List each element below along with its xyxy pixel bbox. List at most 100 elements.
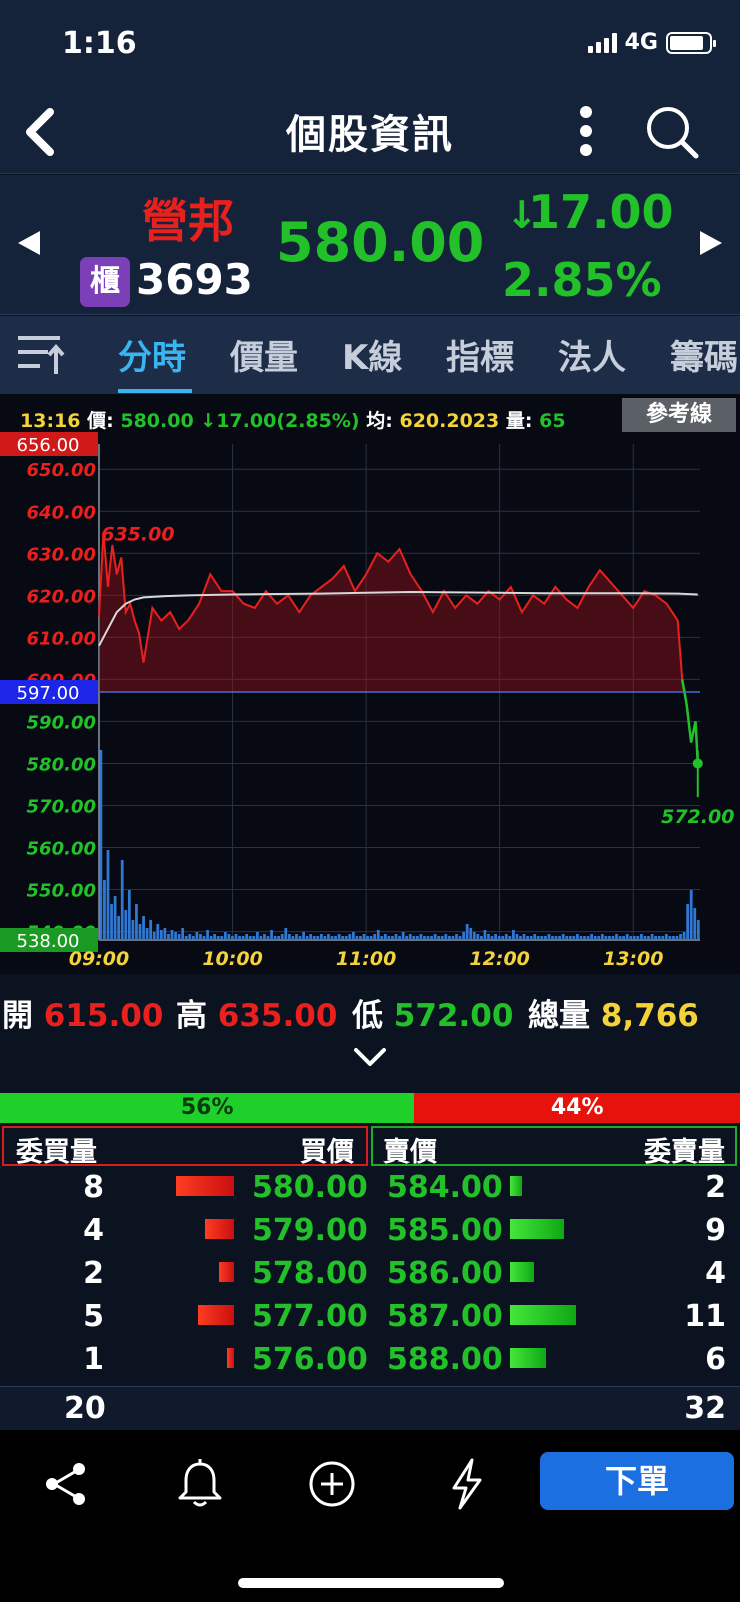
bid-qty: 8 xyxy=(83,1170,104,1205)
volume-bar xyxy=(497,936,501,940)
volume-bar xyxy=(529,936,533,940)
order-book-row[interactable]: 5 577.00 587.00 11 xyxy=(0,1297,740,1340)
volume-bar xyxy=(159,930,163,940)
volume-bar xyxy=(689,890,693,940)
share-button[interactable] xyxy=(38,1456,94,1512)
volume-bar xyxy=(696,920,700,940)
bid-volume-bar xyxy=(197,1305,234,1325)
volume-bar xyxy=(611,936,615,940)
volume-bar xyxy=(551,936,554,940)
add-watchlist-button[interactable] xyxy=(304,1456,360,1512)
volume-bar xyxy=(337,934,341,940)
volume-bar xyxy=(664,934,668,940)
volume-bar xyxy=(241,936,245,940)
volume-bar xyxy=(259,936,263,940)
alert-button[interactable] xyxy=(172,1456,228,1512)
volume-value: 8,766 xyxy=(600,998,699,1034)
tab-institutional[interactable]: 法人 xyxy=(558,330,626,379)
more-vertical-icon xyxy=(580,106,592,156)
tab-chips[interactable]: 籌碼 xyxy=(670,330,738,379)
search-button[interactable] xyxy=(640,100,704,164)
bid-qty: 2 xyxy=(83,1256,104,1291)
bid-qty-header: 委買量 xyxy=(16,1137,97,1168)
y-tick-label: 630.00 xyxy=(27,544,96,565)
stock-code: 3693 xyxy=(136,255,253,304)
x-tick-label: 12:00 xyxy=(469,948,529,970)
volume-bar xyxy=(170,930,174,940)
status-time: 1:16 xyxy=(62,26,137,61)
place-order-button[interactable]: 下單 xyxy=(540,1452,734,1510)
x-tick-label: 10:00 xyxy=(202,948,262,970)
volume-bar xyxy=(373,934,377,940)
volume-bar xyxy=(220,936,224,940)
volume-bar xyxy=(519,936,522,940)
tab-price-volume[interactable]: 價量 xyxy=(230,330,298,379)
volume-bar xyxy=(280,934,284,940)
info-price: 580.00 xyxy=(120,410,194,432)
volume-bar xyxy=(622,936,626,940)
volume-bar xyxy=(135,904,138,940)
tab-sort-button[interactable] xyxy=(16,332,66,378)
chart-canvas: 650.00640.00630.00620.00610.00600.00590.… xyxy=(0,432,734,970)
low-label: 低 xyxy=(352,998,383,1034)
bid-ratio: 56% xyxy=(0,1093,415,1123)
volume-bar xyxy=(284,928,288,940)
stock-name: 營邦 xyxy=(142,194,234,248)
volume-bar xyxy=(202,936,206,940)
bid-ask-ratio-bar: 56% 44% xyxy=(0,1093,740,1123)
expand-button[interactable] xyxy=(350,1044,390,1072)
volume-bar xyxy=(640,934,643,940)
more-button[interactable] xyxy=(566,98,606,164)
lightning-icon xyxy=(452,1458,482,1510)
volume-bar xyxy=(152,932,156,940)
next-stock-button[interactable] xyxy=(694,227,726,259)
volume-bar xyxy=(487,934,490,940)
intraday-chart[interactable]: 650.00640.00630.00620.00610.00600.00590.… xyxy=(0,394,740,974)
volume-bar xyxy=(604,936,608,940)
volume-bar xyxy=(643,936,647,940)
volume-bar xyxy=(654,936,658,940)
volume-bar xyxy=(608,936,611,940)
order-book-row[interactable]: 8 580.00 584.00 2 xyxy=(0,1168,740,1211)
volume-bar xyxy=(401,932,405,940)
volume-bar xyxy=(351,932,355,940)
volume-bar xyxy=(177,934,181,940)
volume-bar xyxy=(483,930,487,940)
ask-ratio: 44% xyxy=(414,1093,740,1123)
volume-bar xyxy=(629,936,633,940)
active-tab-indicator xyxy=(118,389,192,393)
tab-candlestick[interactable]: K線 xyxy=(342,330,402,379)
order-book-row[interactable]: 2 578.00 586.00 4 xyxy=(0,1254,740,1297)
volume-bar xyxy=(405,936,409,940)
tab-intraday[interactable]: 分時 xyxy=(118,330,186,379)
volume-bar xyxy=(565,936,569,940)
search-icon xyxy=(647,107,699,159)
quick-trade-button[interactable] xyxy=(438,1456,494,1512)
status-indicators: 4G xyxy=(587,30,716,55)
volume-bar xyxy=(686,904,690,940)
bid-volume-bar xyxy=(204,1219,234,1239)
volume-bar xyxy=(223,932,227,940)
page-title: 個股資訊 xyxy=(286,112,454,158)
order-book-row[interactable]: 4 579.00 585.00 9 xyxy=(0,1211,740,1254)
prev-stock-button[interactable] xyxy=(14,227,46,259)
triangle-right-icon xyxy=(700,231,722,255)
volume-bar xyxy=(672,936,675,940)
order-book-row[interactable]: 1 576.00 588.00 6 xyxy=(0,1340,740,1383)
volume-bar xyxy=(579,936,583,940)
ask-price: 584.00 xyxy=(387,1170,503,1205)
ask-total: 32 xyxy=(684,1391,726,1426)
volume-bar xyxy=(163,928,167,940)
volume-bar xyxy=(444,934,448,940)
x-tick-label: 11:00 xyxy=(336,948,396,970)
volume-bar xyxy=(106,850,110,940)
volume-bar xyxy=(625,934,629,940)
volume-bar xyxy=(245,934,249,940)
volume-bar xyxy=(231,936,234,940)
volume-bar xyxy=(533,934,537,940)
last-price: 580.00 xyxy=(276,211,485,274)
reference-line-button[interactable]: 參考線 xyxy=(622,398,736,432)
tab-indicators[interactable]: 指標 xyxy=(446,330,514,379)
ask-qty: 2 xyxy=(705,1170,726,1205)
volume-bar xyxy=(668,936,672,940)
